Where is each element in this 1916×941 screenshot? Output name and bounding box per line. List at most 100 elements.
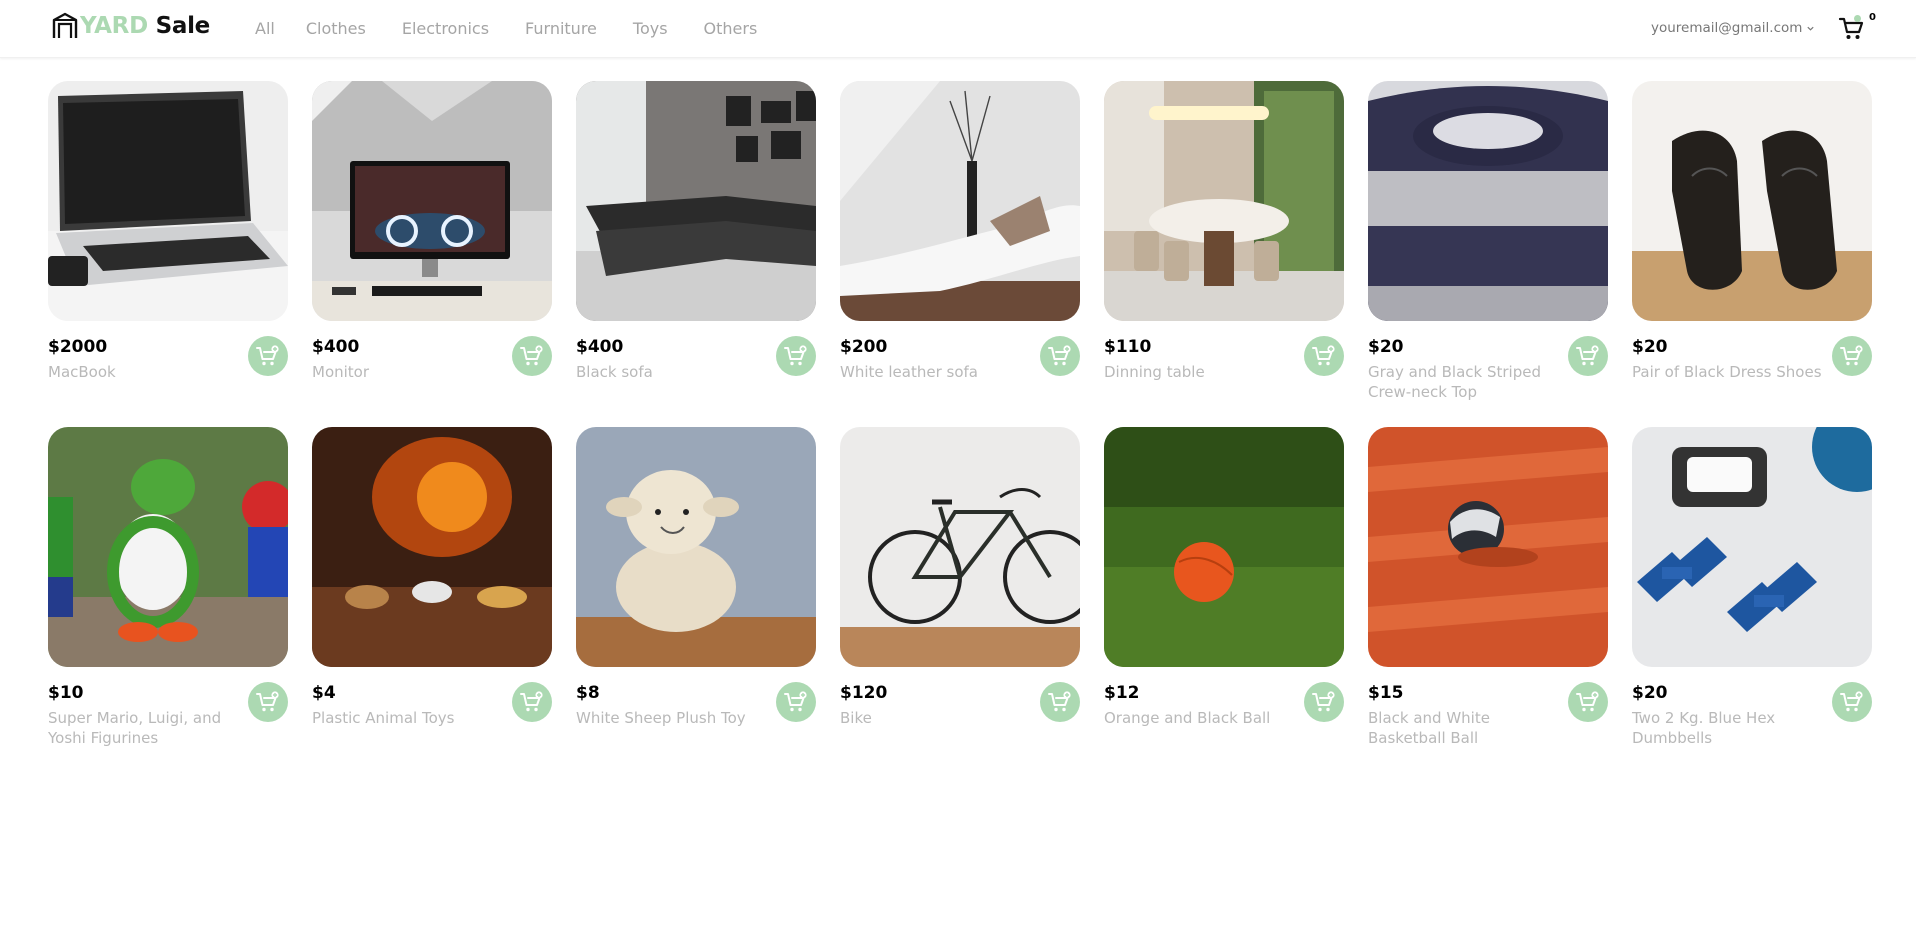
product-name: Black and White Basketball Ball [1368, 709, 1490, 747]
add-to-cart-icon [1048, 691, 1071, 712]
dining-table-photo [1104, 81, 1344, 321]
product-card[interactable]: $20 Two 2 Kg. Blue Hex Dumbbells [1632, 427, 1872, 747]
dumbbells-photo [1632, 427, 1872, 667]
product-price: $2000 [48, 337, 108, 357]
add-to-cart-button[interactable] [1832, 682, 1872, 722]
nav-category-electronics[interactable]: Electronics [402, 19, 489, 39]
bike-photo [840, 427, 1080, 667]
nav-category-others[interactable]: Others [704, 19, 758, 39]
product-card[interactable]: $8 White Sheep Plush Toy [576, 427, 816, 747]
product-price: $20 [1632, 683, 1668, 703]
product-card[interactable]: $110 Dinning table [1104, 81, 1344, 401]
product-card[interactable]: $10 Super Mario, Luigi, and Yoshi Figuri… [48, 427, 288, 747]
add-to-cart-button[interactable] [1568, 682, 1608, 722]
nav-category-all[interactable]: All [255, 19, 275, 39]
product-image[interactable] [1368, 427, 1608, 667]
add-to-cart-button[interactable] [1040, 682, 1080, 722]
product-image[interactable] [48, 81, 288, 321]
cart-count: 0 [1869, 12, 1876, 23]
product-price: $20 [1368, 337, 1404, 357]
product-card[interactable]: $12 Orange and Black Ball [1104, 427, 1344, 747]
brand-sale: Sale [155, 13, 211, 39]
account-email: youremail@gmail.com [1651, 20, 1803, 36]
product-image[interactable] [1104, 427, 1344, 667]
product-card[interactable]: $4 Plastic Animal Toys [312, 427, 552, 747]
add-to-cart-icon [1312, 691, 1335, 712]
product-card[interactable]: $400 Black sofa [576, 81, 816, 401]
add-to-cart-button[interactable] [512, 682, 552, 722]
product-card[interactable]: $15 Black and White Basketball Ball [1368, 427, 1608, 747]
product-image[interactable] [576, 81, 816, 321]
product-name: Two 2 Kg. Blue Hex Dumbbells [1632, 709, 1776, 747]
product-image[interactable] [1632, 427, 1872, 667]
logo[interactable]: YARD Sale [51, 12, 210, 40]
product-name: White Sheep Plush Toy [576, 709, 746, 727]
add-to-cart-button[interactable] [776, 336, 816, 376]
product-card[interactable]: $400 Monitor [312, 81, 552, 401]
sheep-plush-photo [576, 427, 816, 667]
nav-category-furniture[interactable]: Furniture [525, 19, 597, 39]
category-nav: All Clothes Electronics Furniture Toys O… [255, 19, 793, 39]
product-price: $20 [1632, 337, 1668, 357]
add-to-cart-button[interactable] [512, 336, 552, 376]
add-to-cart-button[interactable] [248, 336, 288, 376]
product-image[interactable] [1368, 81, 1608, 321]
white-sofa-photo [840, 81, 1080, 321]
add-to-cart-button[interactable] [248, 682, 288, 722]
product-image[interactable] [840, 427, 1080, 667]
add-to-cart-button[interactable] [1304, 682, 1344, 722]
nav-category-clothes[interactable]: Clothes [306, 19, 366, 39]
product-image[interactable] [576, 427, 816, 667]
product-name: Bike [840, 709, 872, 727]
product-image[interactable] [840, 81, 1080, 321]
add-to-cart-button[interactable] [776, 682, 816, 722]
shopping-cart-button[interactable] [1838, 15, 1864, 41]
striped-sweater-photo [1368, 81, 1608, 321]
product-image[interactable] [1104, 81, 1344, 321]
nav-category-toys[interactable]: Toys [633, 19, 668, 39]
product-card[interactable]: $20 Gray and Black Striped Crew-neck Top [1368, 81, 1608, 401]
add-to-cart-button[interactable] [1040, 336, 1080, 376]
add-to-cart-icon [520, 691, 543, 712]
add-to-cart-icon [1312, 345, 1335, 366]
product-price: $12 [1104, 683, 1140, 703]
store-logo-icon [52, 12, 78, 38]
product-card[interactable]: $120 Bike [840, 427, 1080, 747]
product-price: $8 [576, 683, 600, 703]
product-name: Orange and Black Ball [1104, 709, 1271, 727]
add-to-cart-icon [256, 691, 279, 712]
product-card[interactable]: $2000 MacBook [48, 81, 288, 401]
orange-ball-photo [1104, 427, 1344, 667]
product-image[interactable] [48, 427, 288, 667]
account-menu[interactable]: youremail@gmail.com [1651, 20, 1815, 36]
product-name: Dinning table [1104, 363, 1205, 381]
product-price: $120 [840, 683, 888, 703]
product-card[interactable]: $200 White leather sofa [840, 81, 1080, 401]
basketball-photo [1368, 427, 1608, 667]
product-image[interactable] [312, 81, 552, 321]
cart-indicator-dot [1854, 15, 1861, 22]
add-to-cart-icon [784, 691, 807, 712]
product-price: $4 [312, 683, 336, 703]
product-price: $400 [312, 337, 360, 357]
desktop-monitor-photo [312, 81, 552, 321]
add-to-cart-icon [520, 345, 543, 366]
product-price: $15 [1368, 683, 1404, 703]
add-to-cart-button[interactable] [1304, 336, 1344, 376]
product-image[interactable] [312, 427, 552, 667]
product-price: $200 [840, 337, 888, 357]
add-to-cart-button[interactable] [1568, 336, 1608, 376]
add-to-cart-icon [1576, 691, 1599, 712]
laptop-photo [48, 81, 288, 321]
product-name: MacBook [48, 363, 116, 381]
add-to-cart-button[interactable] [1832, 336, 1872, 376]
figurines-photo [48, 427, 288, 667]
add-to-cart-icon [784, 345, 807, 366]
product-image[interactable] [1632, 81, 1872, 321]
product-card[interactable]: $20 Pair of Black Dress Shoes [1632, 81, 1872, 401]
product-name: Monitor [312, 363, 370, 381]
product-name: Pair of Black Dress Shoes [1632, 363, 1822, 381]
dress-shoes-photo [1632, 81, 1872, 321]
add-to-cart-icon [1576, 345, 1599, 366]
add-to-cart-icon [256, 345, 279, 366]
